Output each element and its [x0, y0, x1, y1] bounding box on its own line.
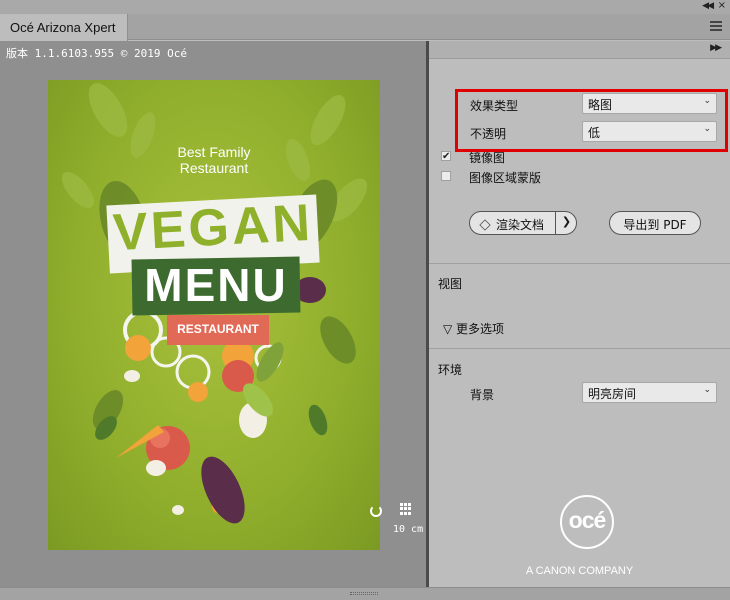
opacity-select[interactable]: 低 ⌄ [582, 121, 717, 142]
close-icon[interactable]: × [718, 0, 726, 11]
more-options-toggle[interactable]: ▽ 更多选项 [443, 320, 504, 337]
chevron-down-icon: ⌄ [703, 96, 711, 106]
grid-icon[interactable] [400, 503, 412, 515]
expand-icon[interactable]: ▶▶ [710, 43, 722, 53]
export-pdf-button[interactable]: 导出到 PDF [609, 211, 701, 235]
bottom-resize-bar[interactable] [0, 587, 730, 600]
panel-menu-icon[interactable] [710, 21, 722, 31]
poster-line-1: Best Family [177, 144, 251, 160]
render-options-chevron-icon[interactable]: ❯ [555, 211, 577, 235]
separator [429, 348, 730, 349]
triangle-down-icon: ▽ [443, 322, 457, 336]
poster-title-vegan: VEGAN [111, 193, 315, 263]
poster-tagline: Best Family Restaurant [48, 144, 380, 176]
tab-oce-arizona-xpert[interactable]: Océ Arizona Xpert [0, 14, 128, 41]
render-button-label: 渲染文档 [496, 218, 545, 232]
background-label: 背景 [470, 388, 495, 402]
view-section-title: 视图 [438, 277, 463, 291]
image-mask-checkbox[interactable] [441, 171, 451, 181]
mirror-label: 镜像图 [469, 151, 506, 165]
separator [429, 263, 730, 264]
window-top-strip: ◀◀ × [0, 0, 730, 14]
cube-icon [479, 219, 491, 231]
version-text: 版本 1.1.6103.955 © 2019 Océ [6, 47, 187, 60]
canon-tagline: A CANON COMPANY [525, 565, 634, 577]
resize-grip-icon[interactable] [350, 592, 378, 595]
collapse-icon[interactable]: ◀◀ [702, 1, 714, 11]
mirror-checkbox[interactable]: ✔ [441, 151, 451, 162]
background-value: 明亮房间 [588, 387, 637, 401]
opacity-label: 不透明 [470, 127, 507, 141]
chevron-down-icon: ⌄ [703, 385, 711, 395]
more-options-label: 更多选项 [456, 322, 505, 336]
poster-title-menu: MENU [144, 259, 288, 311]
poster-preview: Best Family Restaurant VEGAN MENU RESTAU… [48, 80, 380, 550]
preview-area: 版本 1.1.6103.955 © 2019 Océ Best Family R… [0, 41, 426, 587]
tab-bar: Océ Arizona Xpert [0, 14, 730, 41]
oce-logo: océ [560, 495, 614, 549]
effect-type-label: 效果类型 [470, 99, 519, 113]
effect-type-value: 略图 [588, 98, 613, 112]
poster-subtitle: RESTAURANT [177, 322, 259, 336]
chevron-down-icon: ⌄ [703, 124, 711, 134]
image-mask-label: 图像区域蒙版 [469, 171, 542, 185]
opacity-value: 低 [588, 126, 601, 140]
scale-label: 10 cm [393, 524, 424, 535]
background-select[interactable]: 明亮房间 ⌄ [582, 382, 717, 403]
environment-section-title: 环境 [438, 363, 463, 377]
poster-line-2: Restaurant [179, 160, 249, 176]
effect-type-select[interactable]: 略图 ⌄ [582, 93, 717, 114]
panel-header: ▶▶ [429, 41, 730, 59]
rotate-icon[interactable] [370, 505, 382, 517]
settings-panel: ▶▶ 效果类型 略图 ⌄ 不透明 低 ⌄ ✔ 镜像图 图像区域蒙版 渲染文档 ❯… [429, 41, 730, 587]
